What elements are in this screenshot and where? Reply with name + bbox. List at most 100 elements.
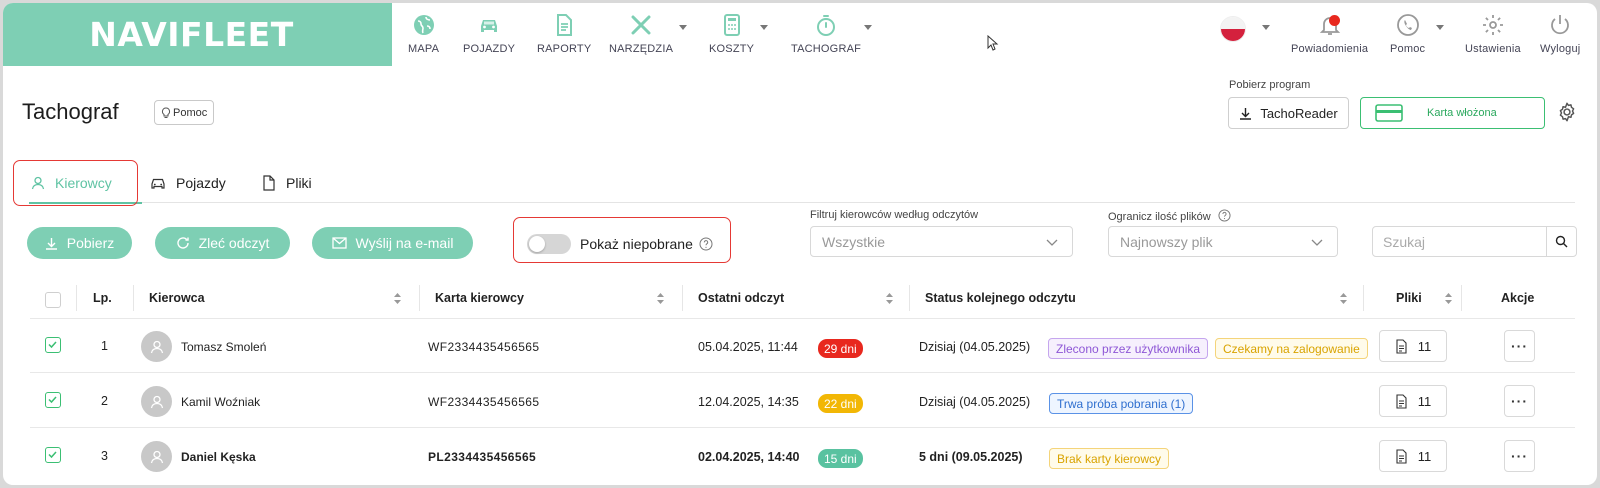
row-checkbox[interactable]	[45, 392, 61, 408]
days-badge: 22 dni	[818, 394, 863, 413]
pobierz-program-label: Pobierz program	[1229, 79, 1311, 91]
calculator-icon	[723, 14, 740, 36]
nav-pomoc[interactable]: Pomoc	[1390, 13, 1425, 55]
help-circle-icon[interactable]	[1218, 209, 1231, 222]
check-icon	[48, 341, 57, 349]
logo-text: NAVIFLEET	[89, 15, 294, 54]
col-status[interactable]: Status kolejnego odczytu	[925, 291, 1076, 305]
col-lp: Lp.	[93, 291, 112, 305]
tachoreader-button[interactable]: TachoReader	[1228, 97, 1349, 129]
select-all-checkbox[interactable]	[45, 292, 61, 308]
column-divider	[133, 285, 134, 311]
row-driver-name[interactable]: Kamil Woźniak	[181, 395, 260, 409]
col-akcje: Akcje	[1501, 291, 1535, 305]
days-badge: 29 dni	[818, 339, 863, 358]
tab-pojazdy[interactable]: Pojazdy	[150, 175, 226, 191]
row-next-read: Dzisiaj (04.05.2025)	[919, 340, 1031, 354]
column-divider	[76, 285, 77, 311]
sort-icon[interactable]	[1339, 292, 1348, 305]
limit-value: Najnowszy plik	[1120, 233, 1213, 250]
avatar	[141, 441, 172, 472]
chevron-down-icon	[1311, 239, 1323, 246]
logo[interactable]: NAVIFLEET	[3, 3, 392, 66]
nav-ustawienia[interactable]: Ustawienia	[1465, 13, 1521, 55]
nav-raporty[interactable]: RAPORTY	[537, 13, 591, 55]
search-input[interactable]	[1373, 227, 1547, 256]
toggle-label-text: Pokaż niepobrane	[580, 236, 693, 252]
column-divider	[419, 285, 420, 311]
chevron-down-icon[interactable]	[1262, 25, 1270, 30]
tab-pliki[interactable]: Pliki	[262, 175, 312, 191]
pobierz-button[interactable]: Pobierz	[27, 227, 132, 259]
chevron-down-icon[interactable]	[1436, 25, 1444, 30]
filter-select[interactable]: Wszystkie	[810, 226, 1073, 257]
more-actions-button[interactable]: ···	[1504, 330, 1535, 362]
row-driver-name[interactable]: Daniel Kęska	[181, 450, 256, 464]
column-divider	[1363, 285, 1364, 311]
column-divider	[682, 285, 683, 311]
karta-wlozona-button[interactable]: Karta włożona	[1360, 97, 1545, 129]
nav-label: TACHOGRAF	[791, 43, 862, 55]
file-list-icon	[1396, 393, 1407, 409]
chevron-down-icon[interactable]	[679, 25, 687, 30]
row-checkbox[interactable]	[45, 447, 61, 463]
card-icon	[1375, 104, 1403, 122]
col-karta[interactable]: Karta kierowcy	[435, 291, 524, 305]
envelope-icon	[331, 237, 347, 249]
more-actions-button[interactable]: ···	[1504, 385, 1535, 417]
row-checkbox[interactable]	[45, 337, 61, 353]
col-pliki[interactable]: Pliki	[1396, 291, 1422, 305]
tools-icon	[631, 15, 651, 35]
car-icon	[481, 20, 498, 32]
files-count: 11	[1417, 448, 1432, 464]
notification-dot	[1328, 15, 1340, 26]
help-chip[interactable]: Pomoc	[154, 100, 215, 125]
more-actions-button[interactable]: ···	[1504, 440, 1535, 472]
page-title: Tachograf	[22, 99, 119, 124]
search-icon	[1555, 235, 1567, 248]
pobierz-label: Pobierz	[66, 235, 115, 251]
stopwatch-icon	[817, 15, 836, 36]
document-icon	[557, 14, 573, 36]
sort-icon[interactable]	[1444, 292, 1453, 305]
row-card: WF2334435456565	[428, 395, 540, 409]
tabs-divider	[29, 202, 1575, 203]
nav-koszty[interactable]: KOSZTY	[709, 13, 754, 55]
sort-icon[interactable]	[656, 292, 665, 305]
settings-gear-icon[interactable]	[1556, 101, 1578, 123]
row-last-read: 12.04.2025, 14:35	[698, 395, 799, 409]
col-kierowca[interactable]: Kierowca	[149, 291, 205, 305]
pokaz-niepobrane-toggle[interactable]	[527, 234, 571, 254]
zlec-odczyt-button[interactable]: Zleć odczyt	[155, 227, 290, 259]
wyslij-email-label: Wyślij na e-mail	[355, 235, 454, 251]
search-button[interactable]	[1546, 227, 1576, 256]
user-icon	[150, 395, 163, 408]
nav-wyloguj[interactable]: Wyloguj	[1540, 13, 1580, 55]
files-button[interactable]: 11	[1379, 330, 1447, 362]
wyslij-email-button[interactable]: Wyślij na e-mail	[312, 227, 473, 259]
ellipsis-icon: ···	[1511, 448, 1528, 464]
nav-narzedzia[interactable]: NARZĘDZIA	[609, 13, 673, 55]
column-divider	[909, 285, 910, 311]
chevron-down-icon[interactable]	[864, 25, 872, 30]
col-odczyt[interactable]: Ostatni odczyt	[698, 291, 784, 305]
limit-select[interactable]: Najnowszy plik	[1108, 226, 1338, 257]
nav-tachograf[interactable]: TACHOGRAF	[791, 13, 861, 55]
sort-icon[interactable]	[393, 292, 402, 305]
user-icon	[150, 450, 163, 463]
files-button[interactable]: 11	[1379, 385, 1447, 417]
row-driver-name[interactable]: Tomasz Smoleń	[181, 340, 266, 354]
chevron-down-icon[interactable]	[760, 25, 768, 30]
help-circle-icon[interactable]	[699, 237, 713, 251]
sort-icon[interactable]	[885, 292, 894, 305]
highlight-box	[13, 160, 138, 206]
pl-flag-icon[interactable]	[1220, 16, 1246, 42]
file-icon	[263, 175, 275, 191]
filter-label: Filtruj kierowców według odczytów	[810, 209, 979, 221]
nav-powiadomienia[interactable]: Powiadomienia	[1291, 13, 1368, 55]
nav-pojazdy[interactable]: POJAZDY	[463, 13, 515, 55]
nav-mapa[interactable]: MAPA	[408, 13, 439, 55]
files-button[interactable]: 11	[1379, 440, 1447, 472]
status-tag: Trwa próba pobrania (1)	[1049, 393, 1194, 414]
ellipsis-icon: ···	[1511, 393, 1528, 409]
